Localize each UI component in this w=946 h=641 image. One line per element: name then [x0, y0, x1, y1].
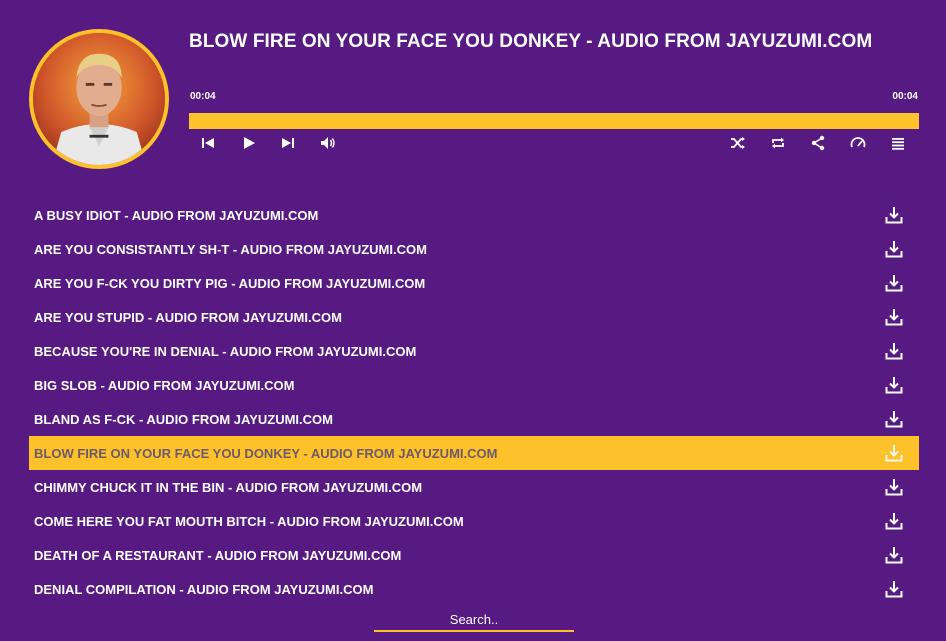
download-icon[interactable] — [883, 578, 905, 600]
play-icon — [244, 137, 255, 149]
download-icon[interactable] — [883, 510, 905, 532]
shuffle-icon — [731, 137, 745, 149]
playlist-item-label: ARE YOU CONSISTANTLY SH-T - AUDIO FROM J… — [34, 241, 427, 257]
repeat-icon — [772, 137, 784, 149]
search-container — [374, 608, 574, 632]
download-icon[interactable] — [883, 306, 905, 328]
download-icon[interactable] — [883, 340, 905, 362]
playlist-item[interactable]: BLOW FIRE ON YOUR FACE YOU DONKEY - AUDI… — [29, 436, 919, 470]
search-input[interactable] — [374, 608, 574, 632]
playlist-item-label: ARE YOU STUPID - AUDIO FROM JAYUZUMI.COM — [34, 309, 342, 325]
playlist-item[interactable]: BLAND AS F-CK - AUDIO FROM JAYUZUMI.COM — [29, 402, 919, 436]
download-icon[interactable] — [883, 374, 905, 396]
share-icon — [811, 135, 825, 151]
chef-portrait-image — [33, 33, 165, 165]
current-time: 00:04 — [190, 91, 216, 102]
download-icon[interactable] — [883, 544, 905, 566]
volume-button[interactable] — [318, 133, 338, 153]
playlist-item[interactable]: BECAUSE YOU'RE IN DENIAL - AUDIO FROM JA… — [29, 334, 919, 368]
playlist-item[interactable]: COME HERE YOU FAT MOUTH BITCH - AUDIO FR… — [29, 504, 919, 538]
play-button[interactable] — [239, 133, 259, 153]
progress-fill — [189, 113, 919, 129]
next-icon — [282, 138, 294, 148]
playlist-icon — [892, 138, 904, 150]
shuffle-button[interactable] — [728, 133, 748, 153]
next-button[interactable] — [278, 133, 298, 153]
playlist-item-label: BECAUSE YOU'RE IN DENIAL - AUDIO FROM JA… — [34, 343, 417, 359]
playlist-item-label: BLAND AS F-CK - AUDIO FROM JAYUZUMI.COM — [34, 411, 333, 427]
duration-time: 00:04 — [892, 91, 918, 102]
previous-button[interactable] — [198, 133, 218, 153]
playlist-item-label: ARE YOU F-CK YOU DIRTY PIG - AUDIO FROM … — [34, 275, 426, 291]
playlist-item-label: DENIAL COMPILATION - AUDIO FROM JAYUZUMI… — [34, 581, 374, 597]
download-icon[interactable] — [883, 408, 905, 430]
download-icon[interactable] — [883, 238, 905, 260]
cover-art — [29, 29, 169, 169]
progress-bar[interactable] — [189, 113, 919, 129]
player-controls — [189, 133, 919, 153]
playlist-item[interactable]: DENIAL COMPILATION - AUDIO FROM JAYUZUMI… — [29, 572, 919, 606]
playlist-item-label: A BUSY IDIOT - AUDIO FROM JAYUZUMI.COM — [34, 207, 319, 223]
playlist: A BUSY IDIOT - AUDIO FROM JAYUZUMI.COM AR… — [29, 198, 919, 606]
playlist-item-label: BLOW FIRE ON YOUR FACE YOU DONKEY - AUDI… — [34, 445, 498, 461]
download-icon[interactable] — [883, 442, 905, 464]
playlist-item[interactable]: ARE YOU CONSISTANTLY SH-T - AUDIO FROM J… — [29, 232, 919, 266]
speed-icon — [850, 137, 866, 148]
playlist-item-label: CHIMMY CHUCK IT IN THE BIN - AUDIO FROM … — [34, 479, 423, 495]
playlist-item[interactable]: ARE YOU STUPID - AUDIO FROM JAYUZUMI.COM — [29, 300, 919, 334]
download-icon[interactable] — [883, 204, 905, 226]
playlist-item[interactable]: ARE YOU F-CK YOU DIRTY PIG - AUDIO FROM … — [29, 266, 919, 300]
playlist-item-label: COME HERE YOU FAT MOUTH BITCH - AUDIO FR… — [34, 513, 464, 529]
repeat-button[interactable] — [768, 133, 788, 153]
playlist-item-label: BIG SLOB - AUDIO FROM JAYUZUMI.COM — [34, 377, 295, 393]
audio-player: BLOW FIRE ON YOUR FACE YOU DONKEY - AUDI… — [0, 0, 946, 190]
previous-icon — [202, 138, 214, 148]
speed-button[interactable] — [848, 133, 868, 153]
playlist-button[interactable] — [888, 133, 908, 153]
now-playing-title: BLOW FIRE ON YOUR FACE YOU DONKEY - AUDI… — [189, 31, 873, 52]
playlist-item-label: DEATH OF A RESTAURANT - AUDIO FROM JAYUZ… — [34, 547, 402, 563]
playlist-item[interactable]: DEATH OF A RESTAURANT - AUDIO FROM JAYUZ… — [29, 538, 919, 572]
playlist-item[interactable]: CHIMMY CHUCK IT IN THE BIN - AUDIO FROM … — [29, 470, 919, 504]
download-icon[interactable] — [883, 476, 905, 498]
volume-icon — [321, 137, 335, 149]
share-button[interactable] — [808, 133, 828, 153]
playlist-item[interactable]: BIG SLOB - AUDIO FROM JAYUZUMI.COM — [29, 368, 919, 402]
playlist-item[interactable]: A BUSY IDIOT - AUDIO FROM JAYUZUMI.COM — [29, 198, 919, 232]
download-icon[interactable] — [883, 272, 905, 294]
